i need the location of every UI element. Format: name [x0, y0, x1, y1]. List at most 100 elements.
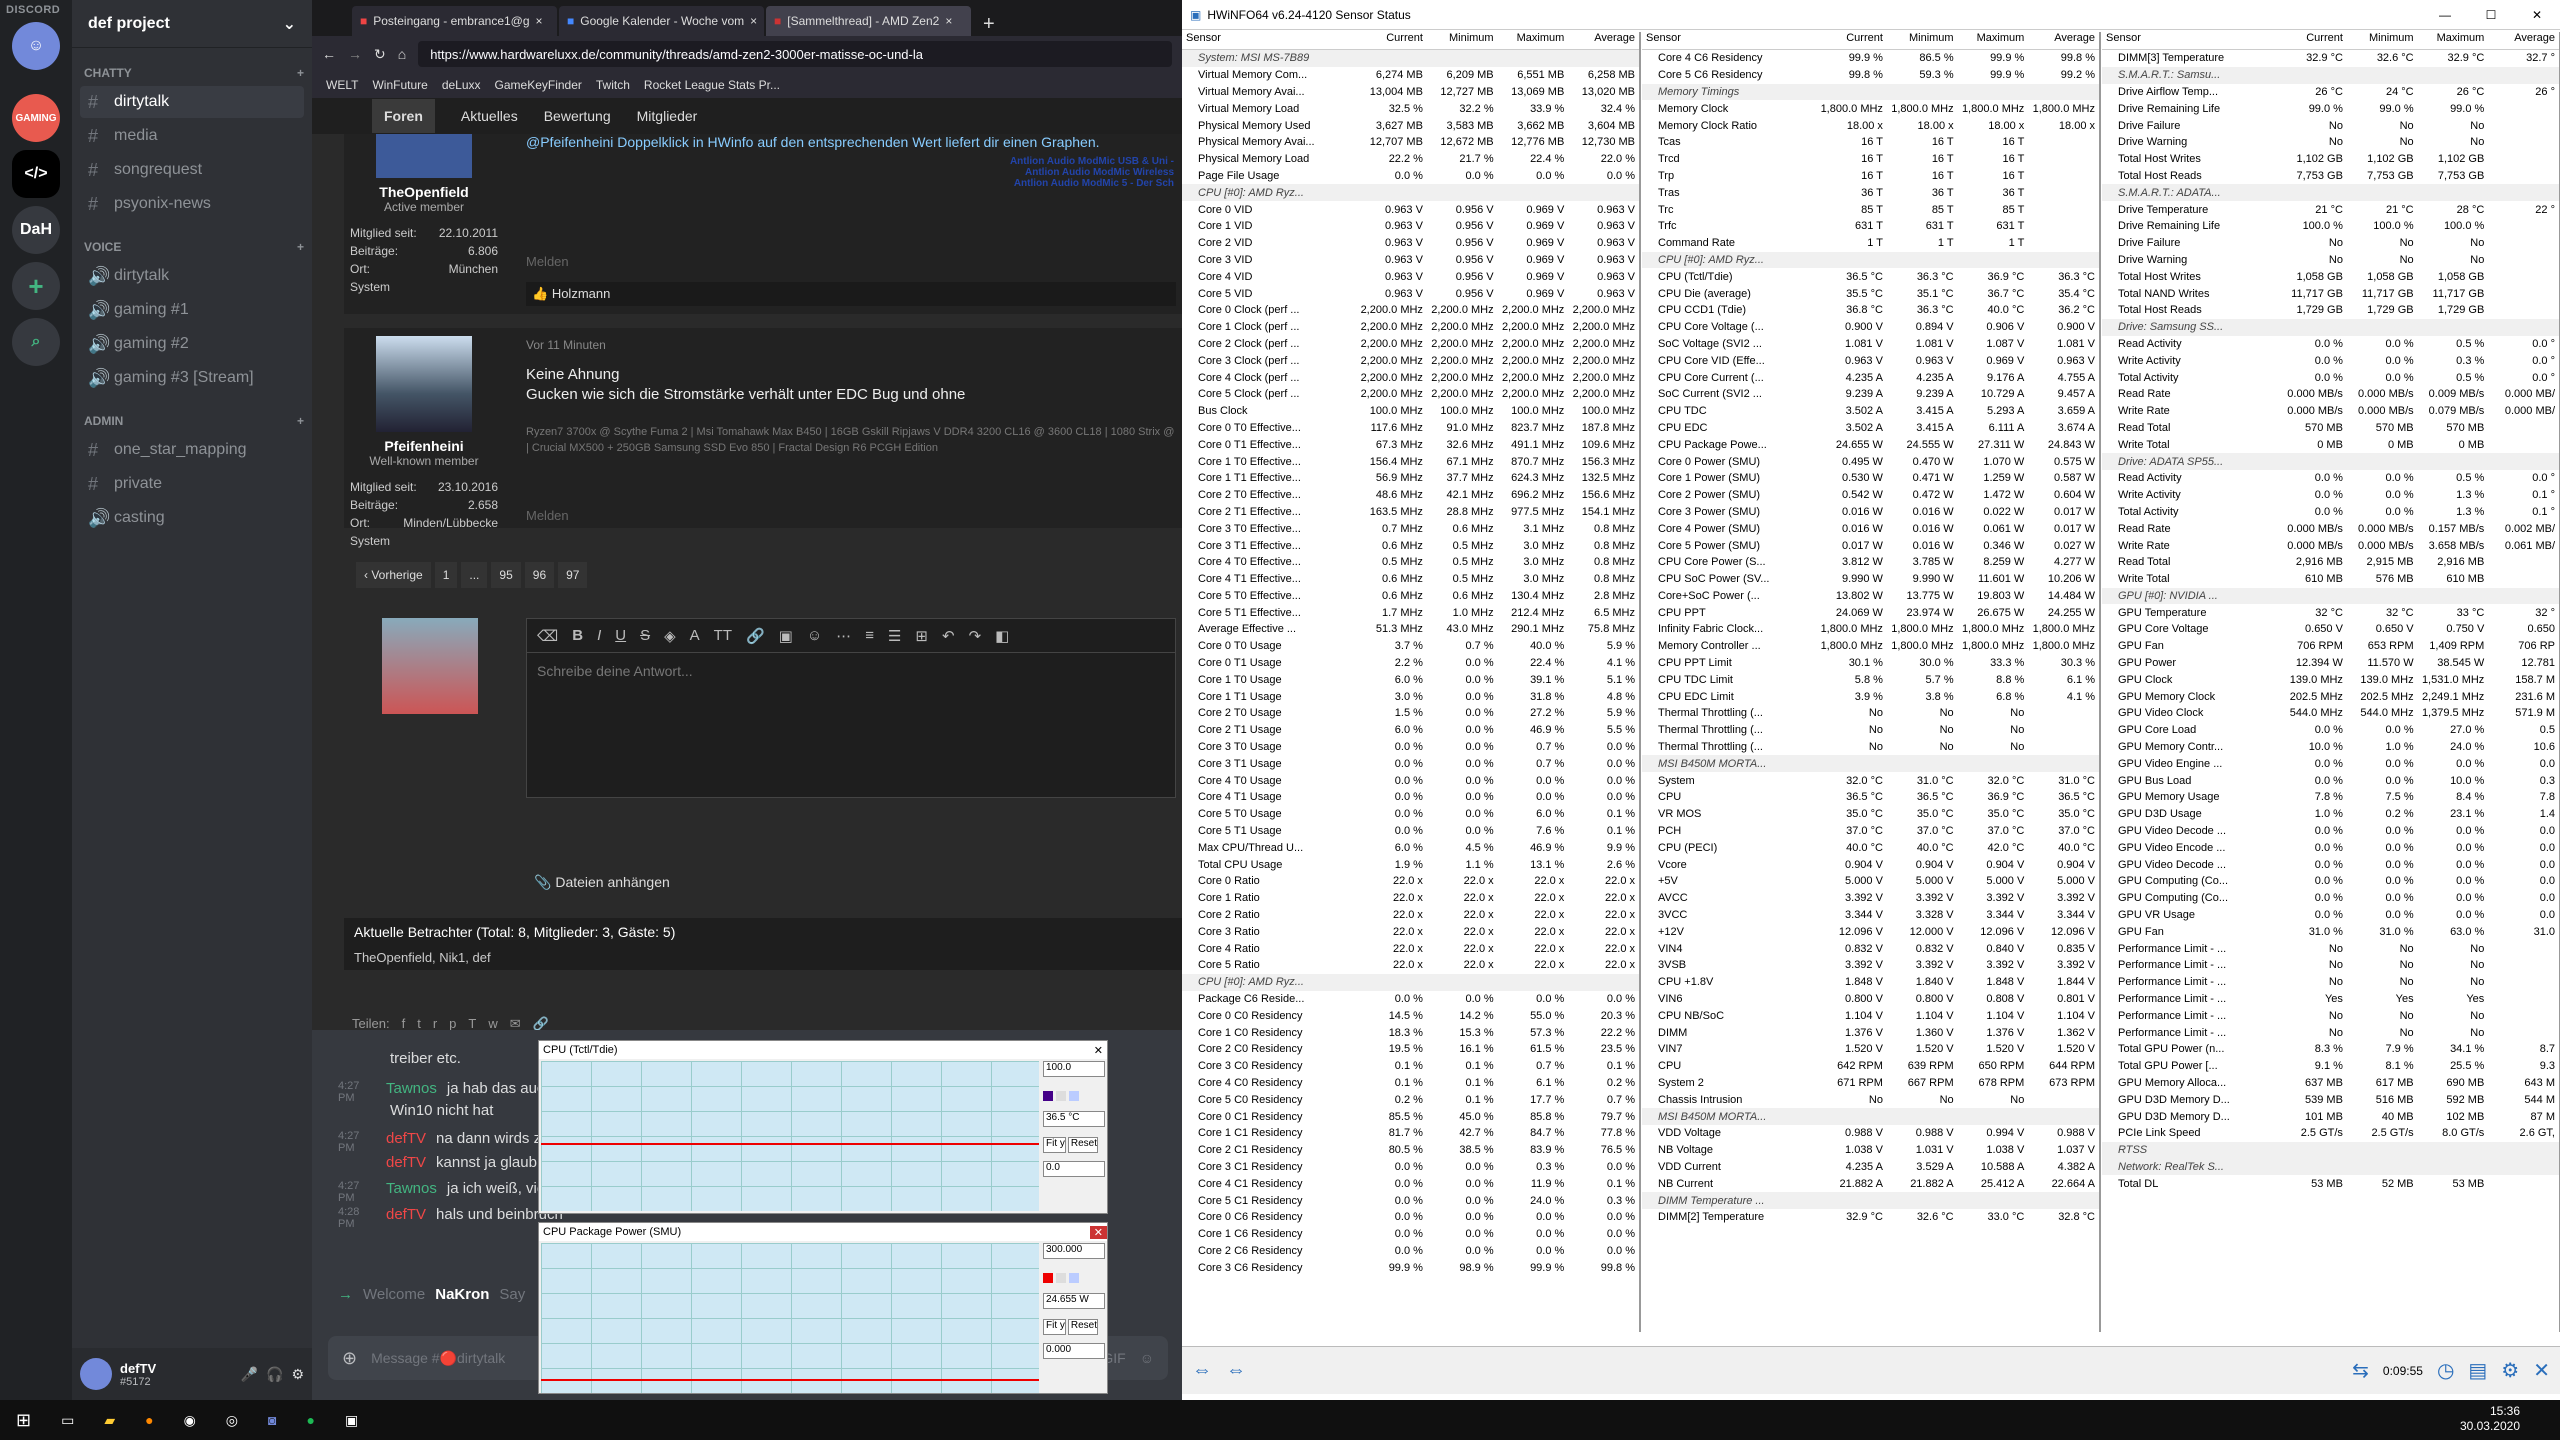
sensor-row[interactable]: Total NAND Writes 11,717 GB 11,717 GB 11,71… [2102, 285, 2559, 302]
sensor-row[interactable]: GPU Bus Load 0.0 % 0.0 % 10.0 % 0.3 [2102, 772, 2559, 789]
sig-link[interactable]: Antlion Audio ModMic Wireless [924, 167, 1174, 178]
sensor-row[interactable]: Virtual Memory Avai... 13,004 MB 12,727 MB… [1182, 84, 1639, 101]
sensor-row[interactable]: Trc 85 T 85 T 85 T [1642, 201, 2099, 218]
sensor-row[interactable]: Total GPU Power (n... 8.3 % 7.9 % 34.1 % 8.7 [2102, 1041, 2559, 1058]
sensor-row[interactable]: Core 0 T1 Usage 2.2 % 0.0 % 22.4 % 4.1 % [1182, 655, 1639, 672]
sensor-row[interactable]: Core 4 Clock (perf ... 2,200.0 MHz 2,200.0… [1182, 369, 1639, 386]
network-icon[interactable]: ⇆ [2352, 1358, 2369, 1383]
sensor-row[interactable]: GPU Fan 706 RPM 653 RPM 1,409 RPM 706 RP [2102, 638, 2559, 655]
sensor-row[interactable]: Performance Limit - ... No No No [2102, 1007, 2559, 1024]
sensor-row[interactable]: Core 3 T0 Usage 0.0 % 0.0 % 0.7 % 0.0 % [1182, 739, 1639, 756]
sensor-row[interactable]: CPU (PECI) 40.0 °C 40.0 °C 42.0 °C 40.0 °C [1642, 839, 2099, 856]
sensor-row[interactable]: Page File Usage 0.0 % 0.0 % 0.0 % 0.0 % [1182, 168, 1639, 185]
sensor-row[interactable]: AVCC 3.392 V 3.392 V 3.392 V 3.392 V [1642, 890, 2099, 907]
arrows-right-icon[interactable]: ⇔ [1226, 1359, 1246, 1382]
page-link[interactable]: 1 [434, 562, 458, 588]
sensor-row[interactable]: Core 2 Power (SMU) 0.542 W 0.472 W 1.472 W 0… [1642, 487, 2099, 504]
nav-foren[interactable]: Foren [372, 99, 435, 133]
color-swatch[interactable] [1056, 1273, 1066, 1283]
sensor-row[interactable]: CPU CCD1 (Tdie) 36.8 °C 36.3 °C 40.0 °C 36.2… [1642, 302, 2099, 319]
microphone-icon[interactable]: 🎤 [241, 1366, 258, 1383]
system-tray[interactable]: 15:36 30.03.2020 [2460, 1404, 2520, 1434]
sensor-row[interactable]: GPU D3D Memory D... 101 MB 40 MB 102 MB 87 M [2102, 1108, 2559, 1125]
sensor-row[interactable]: Read Total 2,916 MB 2,915 MB 2,916 MB [2102, 554, 2559, 571]
sensor-row[interactable]: Core 2 T0 Effective... 48.6 MHz 42.1 MHz 69… [1182, 487, 1639, 504]
sensor-row[interactable]: VIN6 0.800 V 0.800 V 0.808 V 0.801 V [1642, 991, 2099, 1008]
sensor-row[interactable]: Total Host Writes 1,102 GB 1,102 GB 1,102 G… [2102, 151, 2559, 168]
sensor-row[interactable]: GPU D3D Usage 1.0 % 0.2 % 23.1 % 1.4 [2102, 806, 2559, 823]
steam-icon[interactable]: ◉ [184, 1412, 196, 1429]
sensor-row[interactable]: Core 3 VID 0.963 V 0.956 V 0.969 V 0.963 V [1182, 252, 1639, 269]
link-icon[interactable]: 🔗 [746, 627, 765, 645]
add-channel-icon[interactable]: + [297, 240, 304, 254]
sensor-row[interactable]: Core 2 T0 Usage 1.5 % 0.0 % 27.2 % 5.9 % [1182, 705, 1639, 722]
underline-icon[interactable]: U [615, 627, 626, 644]
server-gaming-icon[interactable]: GAMING [12, 94, 60, 142]
author-name[interactable]: TheOpenfield [344, 184, 504, 200]
sensor-row[interactable]: VDD Voltage 0.988 V 0.988 V 0.994 V 0.988 V [1642, 1125, 2099, 1142]
sensor-row[interactable]: Performance Limit - ... Yes Yes Yes [2102, 991, 2559, 1008]
sensor-row[interactable]: Core 4 C1 Residency 0.0 % 0.0 % 11.9 % 0.1 % [1182, 1175, 1639, 1192]
explore-servers-icon[interactable]: ⌕ [12, 318, 60, 366]
sensor-row[interactable]: Core 4 Power (SMU) 0.016 W 0.016 W 0.061 W 0… [1642, 520, 2099, 537]
sensor-row[interactable]: GPU Core Load 0.0 % 0.0 % 27.0 % 0.5 [2102, 722, 2559, 739]
sensor-row[interactable]: NB Current 21.882 A 21.882 A 25.412 A 22.664… [1642, 1175, 2099, 1192]
sensor-row[interactable]: DIMM[2] Temperature 32.9 °C 32.6 °C 33.0 °C… [1642, 1209, 2099, 1226]
message-author[interactable]: Tawnos [386, 1080, 437, 1104]
smiley-icon[interactable]: ☺ [807, 627, 822, 644]
obs-icon[interactable]: ◎ [226, 1412, 238, 1429]
sensor-row[interactable]: Core 5 Clock (perf ... 2,200.0 MHz 2,200.0… [1182, 386, 1639, 403]
sensor-row[interactable]: Total Host Reads 7,753 GB 7,753 GB 7,753 GB [2102, 168, 2559, 185]
sensor-row[interactable]: Core 2 C6 Residency 0.0 % 0.0 % 0.0 % 0.0 % [1182, 1243, 1639, 1260]
sensor-row[interactable]: Read Rate 0.000 MB/s 0.000 MB/s 0.157 MB/s 0… [2102, 520, 2559, 537]
sensor-row[interactable]: Write Rate 0.000 MB/s 0.000 MB/s 3.658 MB/s… [2102, 537, 2559, 554]
sensor-row[interactable]: Core 0 T1 Effective... 67.3 MHz 32.6 MHz 49… [1182, 436, 1639, 453]
list-icon[interactable]: ☰ [888, 627, 901, 645]
sensor-row[interactable]: System 32.0 °C 31.0 °C 32.0 °C 31.0 °C [1642, 772, 2099, 789]
channel-songrequest[interactable]: # songrequest [80, 154, 304, 186]
maximize-icon[interactable]: ☐ [2468, 8, 2514, 22]
sensor-row[interactable]: Package C6 Reside... 0.0 % 0.0 % 0.0 % 0.0 % [1182, 991, 1639, 1008]
sensor-row[interactable]: Average Effective ... 51.3 MHz 43.0 MHz 290… [1182, 621, 1639, 638]
bookmark[interactable]: WinFuture [372, 78, 427, 92]
spotify-icon[interactable]: ● [306, 1412, 314, 1428]
sensor-row[interactable]: Core 4 T0 Effective... 0.5 MHz 0.5 MHz 3.0 … [1182, 554, 1639, 571]
page-prev[interactable]: ‹ Vorherige [356, 562, 431, 588]
sensor-row[interactable]: CPU +1.8V 1.848 V 1.840 V 1.848 V 1.844 V [1642, 974, 2099, 991]
header-sensor[interactable]: Sensor [1182, 32, 1356, 49]
explorer-icon[interactable]: ▰ [104, 1412, 115, 1429]
sensor-row[interactable]: Thermal Throttling (... No No No [1642, 705, 2099, 722]
sensor-row[interactable]: Core 0 Ratio 22.0 x 22.0 x 22.0 x 22.0 x [1182, 873, 1639, 890]
sensor-row[interactable]: Total DL 53 MB 52 MB 53 MB [2102, 1175, 2559, 1192]
sensor-row[interactable]: Core 4 VID 0.963 V 0.956 V 0.969 V 0.963 V [1182, 268, 1639, 285]
sensor-row[interactable]: Read Total 570 MB 570 MB 570 MB [2102, 420, 2559, 437]
add-server-icon[interactable]: + [12, 262, 60, 310]
add-channel-icon[interactable]: + [297, 66, 304, 80]
sensor-row[interactable]: CPU Core Voltage (... 0.900 V 0.894 V 0.906… [1642, 319, 2099, 336]
sensor-row[interactable]: Chassis Intrusion No No No [1642, 1091, 2099, 1108]
gear-icon[interactable]: ⚙ [291, 1366, 304, 1383]
sensor-row[interactable]: Core 4 Ratio 22.0 x 22.0 x 22.0 x 22.0 x [1182, 940, 1639, 957]
sensor-row[interactable]: Performance Limit - ... No No No [2102, 940, 2559, 957]
sensor-group-header[interactable]: Memory Timings [1642, 83, 2099, 101]
graph-max[interactable]: 300.000 [1043, 1243, 1105, 1259]
header-average[interactable]: Average [2488, 32, 2559, 49]
sensor-row[interactable]: Total CPU Usage 1.9 % 1.1 % 13.1 % 2.6 % [1182, 856, 1639, 873]
report-icon[interactable]: ▤ [2468, 1358, 2487, 1383]
header-sensor[interactable]: Sensor [2102, 32, 2276, 49]
sensor-row[interactable]: Core 5 T0 Usage 0.0 % 0.0 % 6.0 % 0.1 % [1182, 806, 1639, 823]
strike-icon[interactable]: S [640, 627, 650, 644]
sensor-row[interactable]: Core 5 Power (SMU) 0.017 W 0.016 W 0.346 W 0… [1642, 537, 2099, 554]
message-author[interactable]: defTV [386, 1130, 426, 1154]
report-link[interactable]: Melden [526, 508, 569, 523]
sensor-row[interactable]: Virtual Memory Load 32.5 % 32.2 % 33.9 % 32.… [1182, 100, 1639, 117]
header-current[interactable]: Current [1816, 32, 1887, 49]
font-size-icon[interactable]: TT [714, 627, 732, 644]
sensor-row[interactable]: CPU EDC 3.502 A 3.415 A 6.111 A 3.674 A [1642, 420, 2099, 437]
sensor-row[interactable]: GPU Temperature 32 °C 32 °C 33 °C 32 ° [2102, 604, 2559, 621]
voice-channel-gaming-2[interactable]: 🔊 gaming #2 [80, 328, 304, 360]
font-icon[interactable]: A [690, 627, 700, 644]
message-author[interactable]: Tawnos [386, 1180, 437, 1204]
header-average[interactable]: Average [2028, 32, 2099, 49]
arrows-left-icon[interactable]: ⇔ [1192, 1359, 1212, 1382]
